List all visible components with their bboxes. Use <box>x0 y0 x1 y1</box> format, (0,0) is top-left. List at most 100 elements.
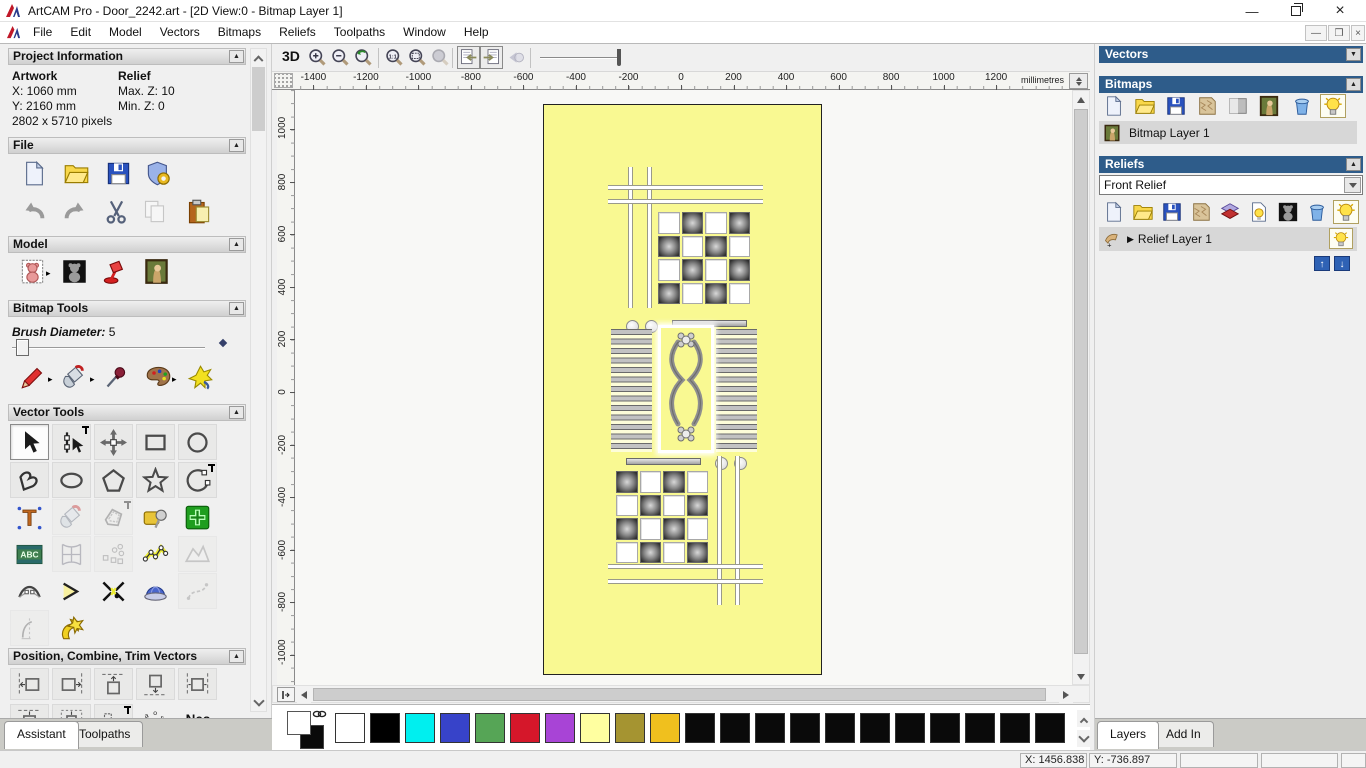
palette-swatch-4[interactable] <box>475 713 505 743</box>
measure-tool[interactable] <box>136 499 175 535</box>
new-relief-layer-button[interactable] <box>1101 200 1127 224</box>
collapse-reliefs-button[interactable]: ▲ <box>1346 158 1361 171</box>
assistant-scrollbar[interactable] <box>250 48 267 712</box>
create-arc-tool[interactable] <box>178 462 217 498</box>
relief-from-bitmap-button[interactable] <box>1275 200 1301 224</box>
palette-swatch-12[interactable] <box>755 713 785 743</box>
ruler-units-dropdown-button[interactable] <box>1069 73 1088 89</box>
pan-origin-button[interactable] <box>277 687 295 702</box>
collapse-file-button[interactable]: ▲ <box>229 139 244 152</box>
expand-relief-layer-arrow[interactable]: ▶ <box>1127 234 1134 245</box>
palette-swatch-1[interactable] <box>370 713 400 743</box>
scrollbar-thumb[interactable] <box>1074 109 1088 654</box>
node-editing-tool[interactable] <box>52 424 91 460</box>
new-model-button[interactable] <box>18 158 50 188</box>
save-bitmap-layer-button[interactable] <box>1163 94 1189 118</box>
align-right-button[interactable] <box>52 668 91 700</box>
brush-flyout-diamond-icon[interactable] <box>218 338 228 348</box>
scroll-up-arrow[interactable] <box>251 49 266 65</box>
flood-fill-button[interactable] <box>58 362 90 392</box>
contrast-slider-track[interactable] <box>540 57 618 59</box>
create-ellipse-tool[interactable] <box>52 462 91 498</box>
menu-item-edit[interactable]: Edit <box>61 22 100 42</box>
create-polyline-tool[interactable] <box>10 462 49 498</box>
create-star-tool[interactable] <box>136 462 175 498</box>
mdi-restore-button[interactable]: ❒ <box>1328 25 1350 41</box>
switch-3d-view-button[interactable]: 3D <box>282 48 300 64</box>
create-polygon-tool[interactable] <box>94 462 133 498</box>
zoom-in-button[interactable] <box>306 46 329 69</box>
palette-scroll-up[interactable] <box>1077 710 1090 727</box>
palette-swatch-9[interactable] <box>650 713 680 743</box>
toggle-relief-visibility-button[interactable] <box>1333 200 1359 224</box>
set-model-size-button[interactable] <box>16 256 48 286</box>
contrast-slider-handle[interactable] <box>617 49 621 66</box>
save-relief-layer-button[interactable] <box>1159 200 1185 224</box>
redo-button[interactable] <box>58 196 90 226</box>
save-model-button[interactable] <box>102 158 134 188</box>
toggle-bitmap-visibility-button[interactable] <box>1320 94 1346 118</box>
menu-item-vectors[interactable]: Vectors <box>151 22 209 42</box>
align-top-button[interactable] <box>94 668 133 700</box>
copy-button[interactable] <box>138 196 170 226</box>
palette-swatch-20[interactable] <box>1035 713 1065 743</box>
palette-swatch-8[interactable] <box>615 713 645 743</box>
palette-swatch-6[interactable] <box>545 713 575 743</box>
zoom-to-fit-button[interactable] <box>406 46 429 69</box>
open-model-button[interactable] <box>60 158 92 188</box>
move-layer-down-button[interactable]: ↓ <box>1334 256 1350 271</box>
mdi-close-button[interactable]: × <box>1351 25 1365 41</box>
palette-swatch-17[interactable] <box>930 713 960 743</box>
vector-texture-tool[interactable] <box>52 610 91 646</box>
menu-item-toolpaths[interactable]: Toolpaths <box>325 22 394 42</box>
collapse-vector-tools-button[interactable]: ▲ <box>229 406 244 419</box>
scroll-down-arrow[interactable] <box>251 695 266 711</box>
open-relief-layer-button[interactable] <box>1130 200 1156 224</box>
align-left-button[interactable] <box>10 668 49 700</box>
primary-colour-swatch[interactable] <box>287 711 311 735</box>
canvas-horizontal-scrollbar[interactable] <box>272 685 1090 703</box>
load-image-button[interactable] <box>140 256 172 286</box>
lighting-button[interactable] <box>98 256 130 286</box>
palette-swatch-0[interactable] <box>335 713 365 743</box>
scroll-right-arrow[interactable] <box>1059 687 1073 703</box>
select-colour-button[interactable] <box>184 362 216 392</box>
palette-swatch-14[interactable] <box>825 713 855 743</box>
brush-diameter-slider-thumb[interactable] <box>16 339 29 356</box>
delete-relief-layer-button[interactable] <box>1304 200 1330 224</box>
bitmap-texture-button[interactable] <box>1194 94 1220 118</box>
mdi-minimize-button[interactable]: — <box>1305 25 1327 41</box>
relief-select-dropdown-button[interactable] <box>1344 177 1361 193</box>
menu-item-window[interactable]: Window <box>394 22 455 42</box>
paste-button[interactable] <box>182 196 214 226</box>
undo-button[interactable] <box>18 196 50 226</box>
palette-swatch-2[interactable] <box>405 713 435 743</box>
snap-object-toggle-button[interactable] <box>480 46 503 69</box>
palette-swatch-18[interactable] <box>965 713 995 743</box>
offset-vector-tool[interactable] <box>94 499 133 535</box>
create-circle-tool[interactable] <box>178 424 217 460</box>
bitmap-preview-button[interactable] <box>1256 94 1282 118</box>
relief-layer-row[interactable]: + ▶ Relief Layer 1 <box>1099 227 1357 251</box>
collapse-project-info-button[interactable]: ▲ <box>229 50 244 63</box>
text-on-curve-tool[interactable]: ABC <box>10 536 49 572</box>
open-bitmap-layer-button[interactable] <box>1132 94 1158 118</box>
spin-relief-tool[interactable] <box>136 573 175 609</box>
palette-scroll-down[interactable] <box>1077 730 1090 747</box>
invert-model-button[interactable] <box>58 256 90 286</box>
drawing-viewport[interactable] <box>295 90 1072 685</box>
center-vertical-button[interactable] <box>10 704 49 719</box>
paste-along-curve-button[interactable] <box>94 704 133 719</box>
collapse-bitmap-tools-button[interactable]: ▲ <box>229 302 244 315</box>
section-profile-tool[interactable] <box>10 610 49 646</box>
palette-swatch-19[interactable] <box>1000 713 1030 743</box>
palette-swatch-15[interactable] <box>860 713 890 743</box>
palette-swatch-13[interactable] <box>790 713 820 743</box>
palette-swatch-11[interactable] <box>720 713 750 743</box>
create-rectangle-tool[interactable] <box>136 424 175 460</box>
collapse-position-button[interactable]: ▲ <box>229 650 244 663</box>
new-bitmap-layer-button[interactable] <box>1101 94 1127 118</box>
menu-item-reliefs[interactable]: Reliefs <box>270 22 325 42</box>
scrollbar-thumb[interactable] <box>313 688 1046 701</box>
tab-assistant[interactable]: Assistant <box>4 721 79 749</box>
